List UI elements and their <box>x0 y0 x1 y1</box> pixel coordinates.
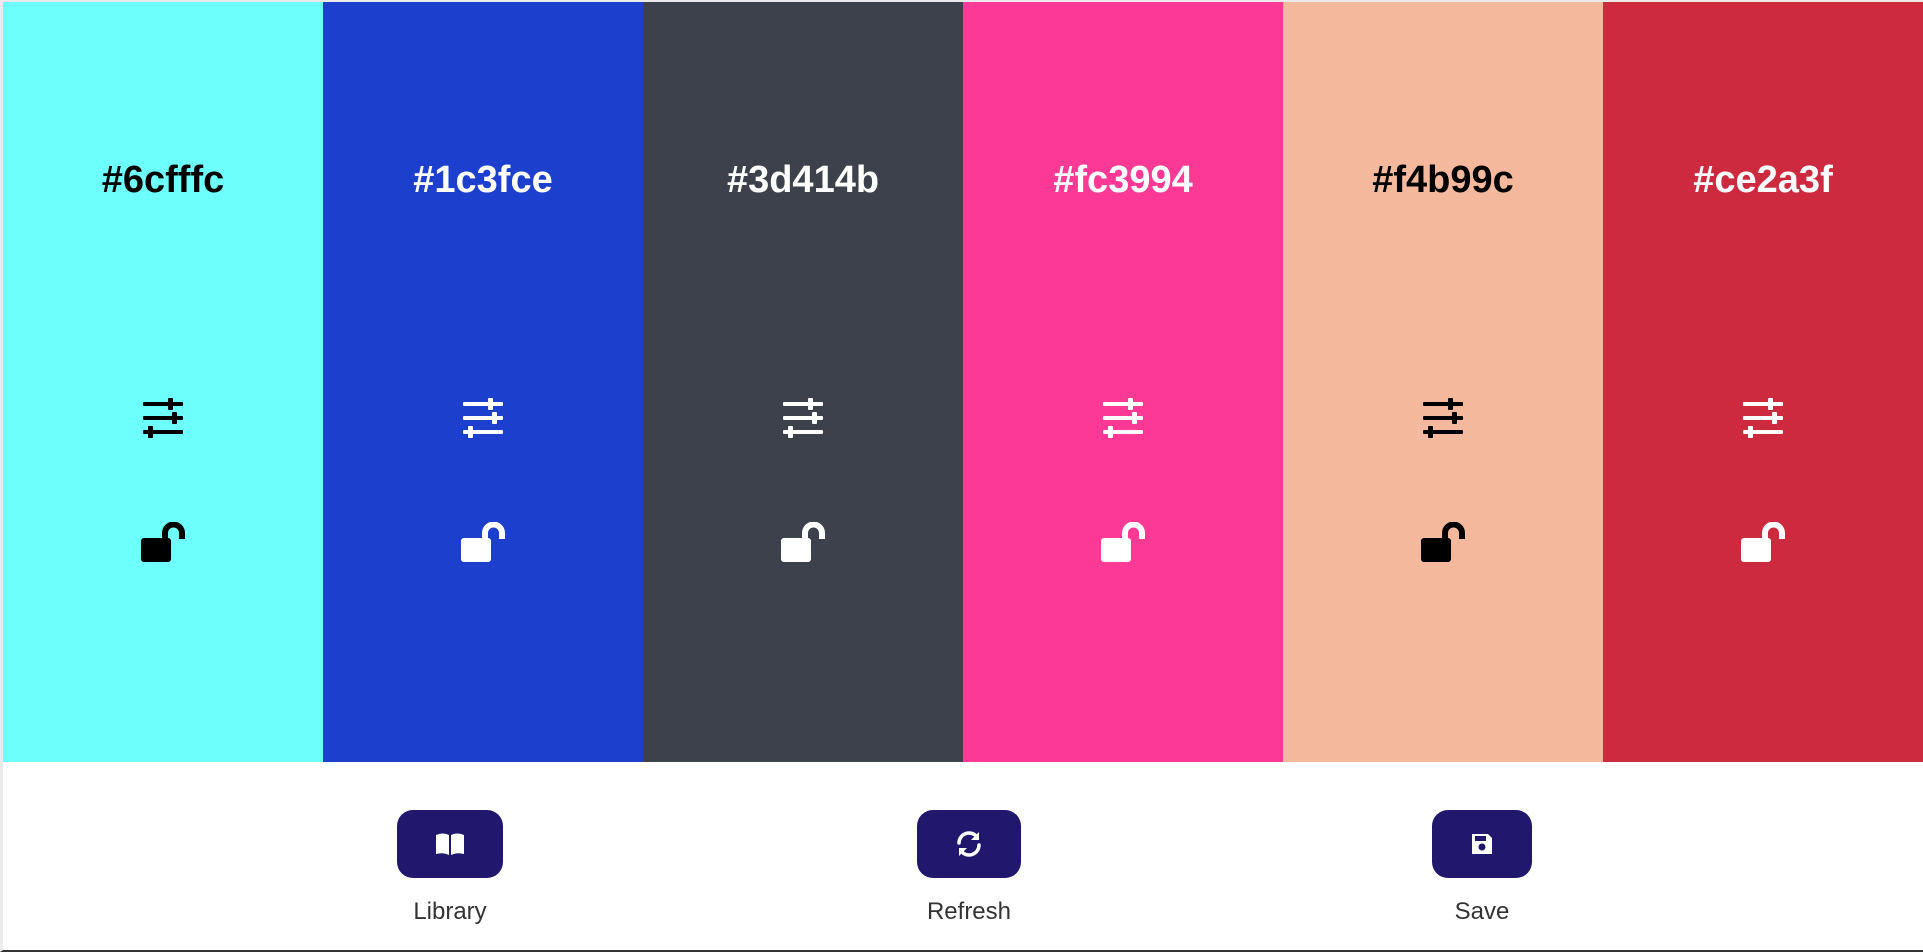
unlock-icon <box>781 522 825 562</box>
hex-code[interactable]: #3d414b <box>643 154 963 206</box>
adjust-color-button[interactable] <box>455 394 511 442</box>
book-open-icon <box>436 833 464 855</box>
color-swatch-5: #f4b99c <box>1283 2 1603 762</box>
refresh-button[interactable] <box>917 810 1021 878</box>
unlock-icon <box>1101 522 1145 562</box>
save-label: Save <box>1454 898 1510 925</box>
sliders-icon <box>1743 398 1783 438</box>
sliders-icon <box>463 398 503 438</box>
adjust-color-button[interactable] <box>135 394 191 442</box>
adjust-color-button[interactable] <box>775 394 831 442</box>
color-swatch-4: #fc3994 <box>963 2 1283 762</box>
unlock-icon <box>141 522 185 562</box>
lock-toggle[interactable] <box>1095 520 1151 568</box>
color-swatch-6: #ce2a3f <box>1603 2 1923 762</box>
sliders-icon <box>1423 398 1463 438</box>
save-tool: Save <box>1430 810 1534 926</box>
color-swatch-2: #1c3fce <box>323 2 643 762</box>
sync-icon <box>957 831 981 857</box>
refresh-tool: Refresh <box>915 810 1023 926</box>
floppy-disk-icon <box>1472 834 1492 854</box>
adjust-color-button[interactable] <box>1095 394 1151 442</box>
lock-toggle[interactable] <box>775 520 831 568</box>
unlock-icon <box>1741 522 1785 562</box>
lock-toggle[interactable] <box>1415 520 1471 568</box>
color-palette: #6cfffc #1c3fce #3d414b #fc3994 #f4b99c … <box>3 2 1923 762</box>
unlock-icon <box>461 522 505 562</box>
color-swatch-1: #6cfffc <box>3 2 323 762</box>
sliders-icon <box>783 398 823 438</box>
hex-code[interactable]: #fc3994 <box>963 154 1283 206</box>
color-swatch-3: #3d414b <box>643 2 963 762</box>
save-button[interactable] <box>1432 810 1532 878</box>
library-label: Library <box>413 898 487 925</box>
hex-code[interactable]: #1c3fce <box>323 154 643 206</box>
bottom-toolbar: Library Refresh Save <box>3 762 1923 950</box>
hex-code[interactable]: #ce2a3f <box>1603 154 1923 206</box>
library-tool: Library <box>395 810 505 926</box>
refresh-label: Refresh <box>926 898 1012 925</box>
hex-code[interactable]: #6cfffc <box>3 154 323 206</box>
hex-code[interactable]: #f4b99c <box>1283 154 1603 206</box>
lock-toggle[interactable] <box>1735 520 1791 568</box>
sliders-icon <box>143 398 183 438</box>
library-button[interactable] <box>397 810 503 878</box>
sliders-icon <box>1103 398 1143 438</box>
palette-app: #6cfffc #1c3fce #3d414b #fc3994 #f4b99c … <box>0 0 1923 952</box>
lock-toggle[interactable] <box>455 520 511 568</box>
adjust-color-button[interactable] <box>1735 394 1791 442</box>
lock-toggle[interactable] <box>135 520 191 568</box>
unlock-icon <box>1421 522 1465 562</box>
adjust-color-button[interactable] <box>1415 394 1471 442</box>
